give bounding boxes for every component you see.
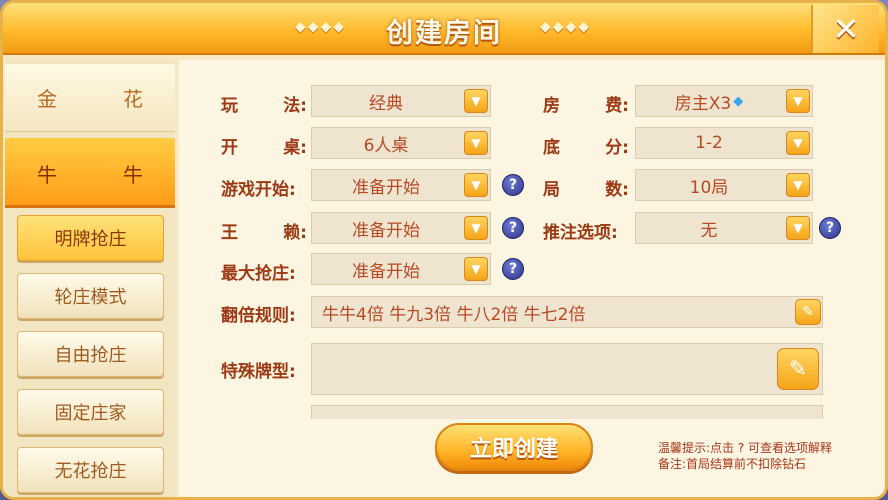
help-icon[interactable]: ? bbox=[502, 217, 524, 239]
chevron-down-icon[interactable]: ▼ bbox=[464, 89, 488, 113]
create-now-button[interactable]: 立即创建 bbox=[435, 423, 593, 471]
start-select[interactable]: 准备开始 ▼ bbox=[311, 169, 491, 201]
rounds-label: 局数: bbox=[543, 180, 629, 200]
rounds-select[interactable]: 10局 ▼ bbox=[635, 169, 813, 201]
chevron-down-icon[interactable]: ▼ bbox=[464, 131, 488, 155]
mode-mingpai-qiangzhuang[interactable]: 明牌抢庄 bbox=[17, 215, 164, 261]
chevron-down-icon[interactable]: ▼ bbox=[786, 89, 810, 113]
base-select[interactable]: 1-2 ▼ bbox=[635, 127, 813, 159]
note-text: 备注:首局结算前不扣除钻石 bbox=[658, 457, 807, 471]
push-value: 无 bbox=[700, 220, 718, 241]
mode-wuhua-qiangzhuang[interactable]: 无花抢庄 bbox=[17, 447, 164, 493]
pin-icon[interactable]: ✎ bbox=[777, 348, 819, 390]
chevron-down-icon[interactable]: ▼ bbox=[786, 216, 810, 240]
chevron-down-icon[interactable]: ▼ bbox=[786, 173, 810, 197]
play-select[interactable]: 经典 ▼ bbox=[311, 85, 491, 117]
max-bank-select[interactable]: 准备开始 ▼ bbox=[311, 253, 491, 285]
special-label: 特殊牌型: bbox=[221, 362, 296, 382]
play-label: 玩法: bbox=[221, 96, 307, 116]
help-icon[interactable]: ? bbox=[502, 174, 524, 196]
fee-select[interactable]: 房主X3 ◆ ▼ bbox=[635, 85, 813, 117]
pin-icon[interactable]: ✎ bbox=[795, 299, 821, 325]
title-bar: ◆◆◆◆ 创建房间 ◆◆◆◆ ✕ bbox=[3, 3, 885, 55]
double-label: 翻倍规则: bbox=[221, 306, 296, 326]
diamond-icon: ◆ bbox=[733, 93, 744, 109]
double-rules-field[interactable]: 牛牛4倍 牛九3倍 牛八2倍 牛七2倍 bbox=[311, 296, 823, 328]
tab-niuniu-label-2: 牛 bbox=[123, 162, 143, 187]
tab-niuniu-label-1: 牛 bbox=[37, 162, 57, 187]
table-select[interactable]: 6人桌 ▼ bbox=[311, 127, 491, 159]
chevron-down-icon[interactable]: ▼ bbox=[786, 131, 810, 155]
wild-select[interactable]: 准备开始 ▼ bbox=[311, 212, 491, 244]
push-select[interactable]: 无 ▼ bbox=[635, 212, 813, 244]
dialog-title: 创建房间 bbox=[386, 18, 502, 49]
table-label: 开桌: bbox=[221, 138, 307, 158]
special-cards-field[interactable] bbox=[311, 343, 823, 395]
game-sidebar: 金 花 牛 牛 明牌抢庄 轮庄模式 自由抢庄 固定庄家 无花抢庄 bbox=[5, 60, 175, 497]
create-room-dialog: ◆◆◆◆ 创建房间 ◆◆◆◆ ✕ 金 花 牛 牛 明牌抢庄 轮庄模式 自由抢庄 … bbox=[0, 0, 888, 500]
chevron-down-icon[interactable]: ▼ bbox=[464, 173, 488, 197]
mode-lunzhuang[interactable]: 轮庄模式 bbox=[17, 273, 164, 319]
table-value: 6人桌 bbox=[363, 135, 409, 156]
extra-field[interactable] bbox=[311, 405, 823, 419]
mode-ziyou-qiangzhuang[interactable]: 自由抢庄 bbox=[17, 331, 164, 377]
tab-jinhua[interactable]: 金 花 bbox=[5, 64, 175, 132]
fee-label: 房费: bbox=[543, 96, 629, 116]
mode-guding-zhuangjia[interactable]: 固定庄家 bbox=[17, 389, 164, 435]
wild-value: 准备开始 bbox=[352, 220, 420, 241]
tab-jinhua-label-2: 花 bbox=[123, 87, 143, 111]
rounds-value: 10局 bbox=[689, 177, 729, 198]
start-label: 游戏开始: bbox=[221, 180, 296, 200]
title-deco-right: ◆◆◆◆ bbox=[540, 19, 592, 35]
close-button[interactable]: ✕ bbox=[811, 5, 879, 53]
fee-value: 房主X3 ◆ bbox=[674, 93, 744, 114]
start-value: 准备开始 bbox=[352, 177, 420, 198]
play-value: 经典 bbox=[369, 93, 403, 114]
max-bank-value: 准备开始 bbox=[352, 261, 420, 282]
help-icon[interactable]: ? bbox=[502, 258, 524, 280]
base-value: 1-2 bbox=[695, 133, 723, 153]
chevron-down-icon[interactable]: ▼ bbox=[464, 216, 488, 240]
base-label: 底分: bbox=[543, 138, 629, 158]
hint-text: 温馨提示:点击 ? 可查看选项解释 bbox=[658, 441, 833, 455]
tab-niuniu[interactable]: 牛 牛 bbox=[5, 138, 175, 208]
tab-jinhua-label-1: 金 bbox=[37, 87, 57, 111]
help-icon[interactable]: ? bbox=[819, 217, 841, 239]
push-label: 推注选项: bbox=[543, 223, 618, 243]
chevron-down-icon[interactable]: ▼ bbox=[464, 257, 488, 281]
max-bank-label: 最大抢庄: bbox=[221, 264, 296, 284]
wild-label: 王赖: bbox=[221, 223, 307, 243]
close-icon: ✕ bbox=[832, 10, 860, 48]
double-rules-value: 牛牛4倍 牛九3倍 牛八2倍 牛七2倍 bbox=[322, 305, 586, 325]
